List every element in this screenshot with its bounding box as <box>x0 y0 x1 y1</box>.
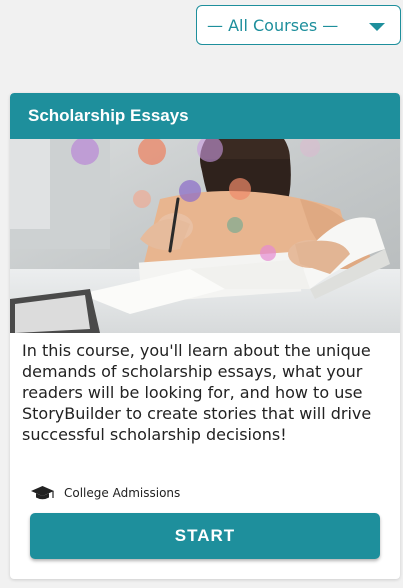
graduation-cap-icon <box>31 486 54 500</box>
course-image <box>10 139 400 333</box>
caret-down-icon <box>369 23 385 31</box>
course-description: In this course, you'll learn about the u… <box>22 341 372 444</box>
start-button[interactable]: START <box>30 513 380 559</box>
course-category: College Admissions <box>30 485 180 501</box>
page: — All Courses — Scholarship Essays In th… <box>0 0 403 588</box>
course-filter-value: — All Courses — <box>207 15 339 35</box>
course-title: Scholarship Essays <box>10 93 400 139</box>
course-category-label: College Admissions <box>64 486 181 500</box>
course-card: Scholarship Essays In this course, you'l… <box>10 93 400 579</box>
course-filter-dropdown[interactable]: — All Courses — <box>196 5 401 45</box>
